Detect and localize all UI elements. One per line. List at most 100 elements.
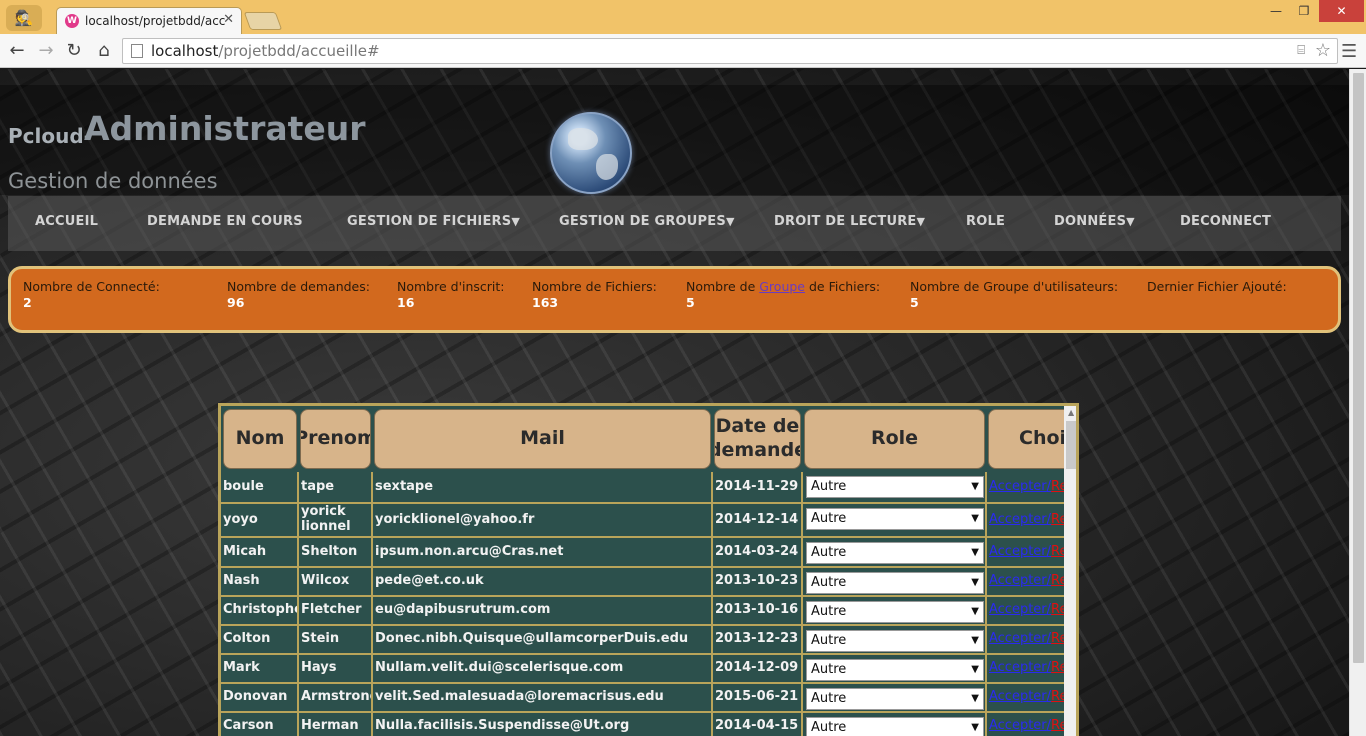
chrome-menu-icon[interactable]: ☰ <box>1341 41 1357 62</box>
cell-prenom: Herman <box>299 713 373 736</box>
accept-link[interactable]: Accepter <box>989 479 1047 495</box>
bookmark-star-icon[interactable]: ☆ <box>1315 40 1331 61</box>
cell-mail: Nullam.velit.dui@scelerisque.com <box>373 655 713 684</box>
role-select-value: Autre <box>811 479 847 494</box>
header-mail: Mail <box>374 409 711 469</box>
role-select[interactable]: Autre ▼ <box>806 476 984 498</box>
caret-down-icon: ▼ <box>1126 215 1135 228</box>
url-text: localhost/projetbdd/accueille# <box>151 42 380 60</box>
scroll-up-icon[interactable]: ▲ <box>1068 408 1074 417</box>
nav-item-demande-en-cours[interactable]: DEMANDE EN COURS <box>147 214 303 229</box>
role-select[interactable]: Autre ▼ <box>806 601 984 623</box>
role-select-value: Autre <box>811 604 847 619</box>
accept-link[interactable]: Accepter <box>989 660 1047 676</box>
page-scrollbar[interactable] <box>1349 69 1366 736</box>
role-select[interactable]: Autre ▼ <box>806 630 984 652</box>
table-scrollbar[interactable]: ▲ <box>1064 406 1076 736</box>
maximize-icon[interactable]: ❐ <box>1291 0 1317 22</box>
cell-choix: Accepter/Refuser <box>987 568 1067 597</box>
cell-mail-text: sextape <box>375 478 434 494</box>
cell-mail-text: velit.Sed.malesuada@loremacrisus.edu <box>375 689 664 705</box>
select-arrow-icon: ▼ <box>971 513 979 524</box>
role-select[interactable]: Autre ▼ <box>806 688 984 710</box>
browser-titlebar: 🕵 W localhost/projetbdd/accu ✕ — ❐ ✕ <box>0 0 1366 35</box>
cell-nom-text: Nash <box>223 573 260 589</box>
role-select[interactable]: Autre ▼ <box>806 717 984 736</box>
table-row: Carson Herman Nulla.facilisis.Suspendisse@… <box>221 713 1067 736</box>
accept-link[interactable]: Accepter <box>989 689 1047 705</box>
stat-file-groups: Nombre de Groupe de Fichiers: 5 <box>686 279 881 310</box>
requests-table: Nom Prenom Mail Date de demande Role Cho… <box>218 403 1079 736</box>
nav-item-droit-de-lecture[interactable]: DROIT DE LECTURE▼ <box>774 214 925 229</box>
forward-arrow-icon[interactable]: → <box>34 40 58 62</box>
close-window-icon[interactable]: ✕ <box>1319 0 1364 22</box>
nav-item-role[interactable]: ROLE <box>966 214 1005 229</box>
table-row: Nash Wilcox pede@et.co.uk 2013-10-23 Autre ▼ A… <box>221 568 1067 597</box>
accept-link[interactable]: Accepter <box>989 718 1047 734</box>
nav-item-gestion-de-groupes[interactable]: GESTION DE GROUPES▼ <box>559 214 735 229</box>
role-select[interactable]: Autre ▼ <box>806 508 984 530</box>
groupe-link[interactable]: Groupe <box>759 279 805 294</box>
cell-prenom-text: Hays <box>301 660 337 676</box>
stat-requests: Nombre de demandes: 96 <box>227 279 370 310</box>
cell-role: Autre ▼ <box>803 472 987 504</box>
caret-down-icon: ▼ <box>916 215 926 228</box>
cell-mail-text: yoricklionel@yahoo.fr <box>375 511 535 527</box>
nav-item-deconnect[interactable]: DECONNECT <box>1180 214 1271 229</box>
cell-date-text: 2014-03-24 <box>715 543 799 559</box>
accept-link[interactable]: Accepter <box>989 602 1047 618</box>
reload-icon[interactable]: ↻ <box>62 40 86 62</box>
cell-date: 2014-04-15 <box>713 713 803 736</box>
back-arrow-icon[interactable]: ← <box>5 40 29 62</box>
cell-prenom: yorick lionnel <box>299 504 373 538</box>
table-row: Micah Shelton ipsum.non.arcu@Cras.net 2014-… <box>221 538 1067 568</box>
tab-close-icon[interactable]: ✕ <box>223 12 234 27</box>
cell-nom: yoyo <box>221 504 299 538</box>
cell-date-text: 2014-04-15 <box>715 718 799 734</box>
accept-link[interactable]: Accepter <box>989 512 1047 528</box>
table-row: boule tape sextape 2014-11-29 Autre ▼ Accepter… <box>221 472 1067 504</box>
cell-prenom: Armstrong <box>299 684 373 713</box>
address-bar[interactable]: localhost/projetbdd/accueille# ⌸ ☆ <box>122 38 1338 64</box>
accept-link[interactable]: Accepter <box>989 573 1047 589</box>
table-row: Colton Stein Donec.nibh.Quisque@ullamcorpe… <box>221 626 1067 655</box>
cell-prenom-text: yorick lionnel <box>301 504 351 534</box>
cell-prenom-text: Herman <box>301 718 359 734</box>
role-select[interactable]: Autre ▼ <box>806 542 984 564</box>
home-icon[interactable]: ⌂ <box>92 40 116 62</box>
nav-item-accueil[interactable]: ACCUEIL <box>35 214 98 229</box>
brand-prefix: Pcloud- <box>8 124 92 148</box>
stat-registered: Nombre d'inscrit: 16 <box>397 279 505 310</box>
new-tab-button[interactable] <box>243 12 283 30</box>
cell-choix: Accepter/Refuser <box>987 538 1067 568</box>
tab-title: localhost/projetbdd/accu <box>85 14 225 28</box>
cell-prenom: Stein <box>299 626 373 655</box>
minimize-icon[interactable]: — <box>1263 0 1289 22</box>
browser-tab[interactable]: W localhost/projetbdd/accu ✕ <box>56 7 242 35</box>
table-row: ChristopherFletcher eu@dapibusrutrum.com 2… <box>221 597 1067 626</box>
role-select[interactable]: Autre ▼ <box>806 572 984 594</box>
nav-item-gestion-de-fichiers[interactable]: GESTION DE FICHIERS▼ <box>347 214 520 229</box>
cell-date: 2013-10-16 <box>713 597 803 626</box>
table-scroll-thumb[interactable] <box>1066 421 1076 469</box>
accept-link[interactable]: Accepter <box>989 544 1047 560</box>
incognito-profile-icon[interactable]: 🕵 <box>6 5 42 31</box>
select-arrow-icon: ▼ <box>971 547 979 558</box>
cell-nom-text: Mark <box>223 660 260 676</box>
cell-mail: velit.Sed.malesuada@loremacrisus.edu <box>373 684 713 713</box>
stats-panel: Nombre de Connecté: 2 Nombre de demandes… <box>8 266 1341 333</box>
page-icon <box>131 44 143 58</box>
translate-icon[interactable]: ⌸ <box>1297 43 1305 58</box>
accept-link[interactable]: Accepter <box>989 631 1047 647</box>
cell-nom-text: Christopher <box>223 602 297 618</box>
cell-choix: Accepter/Refuser <box>987 713 1067 736</box>
cell-choix: Accepter/Refuser <box>987 597 1067 626</box>
nav-item-donnees[interactable]: DONNÉES▼ <box>1054 214 1135 229</box>
role-select-value: Autre <box>811 545 847 560</box>
page-scroll-thumb[interactable] <box>1353 73 1364 663</box>
cell-mail: Nulla.facilisis.Suspendisse@Ut.org <box>373 713 713 736</box>
globe-logo-icon <box>550 112 632 194</box>
cell-role: Autre ▼ <box>803 684 987 713</box>
role-select[interactable]: Autre ▼ <box>806 659 984 681</box>
header-date: Date de demande <box>714 409 801 469</box>
